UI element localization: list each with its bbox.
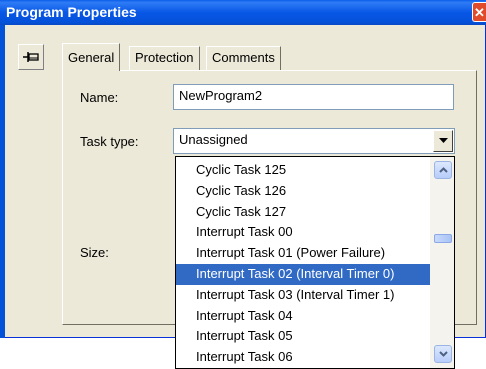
pin-button[interactable]	[18, 44, 44, 70]
scroll-up-icon	[438, 167, 448, 173]
scroll-thumb[interactable]	[434, 234, 452, 243]
size-label: Size:	[80, 245, 109, 260]
window-title: Program Properties	[6, 4, 137, 20]
tab-comments[interactable]: Comments	[206, 46, 281, 70]
close-icon: ✕	[474, 5, 485, 20]
pin-icon	[23, 52, 39, 62]
tab-general-label: General	[68, 50, 115, 65]
chevron-down-icon	[438, 138, 448, 143]
window-border	[0, 25, 5, 338]
close-button[interactable]: ✕	[472, 2, 486, 22]
dropdown-option[interactable]: Cyclic Task 126	[176, 181, 430, 202]
dropdown-option[interactable]: Interrupt Task 02 (Interval Timer 0)	[176, 263, 430, 285]
name-value: NewProgram2	[179, 88, 263, 103]
dropdown-option[interactable]: Interrupt Task 03 (Interval Timer 1)	[176, 285, 430, 306]
task-type-label: Task type:	[80, 134, 139, 149]
name-label: Name:	[80, 90, 119, 105]
dropdown-scrollbar[interactable]	[430, 157, 454, 368]
dropdown-option[interactable]: Cyclic Task 127	[176, 202, 430, 223]
task-type-select[interactable]: Unassigned	[173, 128, 455, 154]
dropdown-option[interactable]: Interrupt Task 00	[176, 222, 430, 243]
scroll-down-button[interactable]	[434, 345, 452, 363]
dropdown-option[interactable]: Interrupt Task 05	[176, 326, 430, 347]
task-type-dropdown-button[interactable]	[433, 130, 453, 152]
dropdown-option[interactable]: Cyclic Task 125	[176, 160, 430, 181]
tab-protection-label: Protection	[135, 50, 194, 65]
title-bar[interactable]: Program Properties ✕	[0, 0, 486, 25]
scroll-down-icon	[438, 351, 448, 357]
scroll-up-button[interactable]	[434, 161, 452, 179]
dropdown-option[interactable]: Interrupt Task 06	[176, 347, 430, 368]
tab-protection[interactable]: Protection	[129, 46, 200, 70]
name-field[interactable]: NewProgram2	[173, 84, 454, 110]
tab-comments-label: Comments	[212, 50, 275, 65]
dropdown-option[interactable]: Interrupt Task 01 (Power Failure)	[176, 243, 430, 264]
dropdown-options: Cyclic Task 125 Cyclic Task 126 Cyclic Tas…	[176, 160, 430, 368]
task-type-dropdown-list[interactable]: Cyclic Task 125 Cyclic Task 126 Cyclic Tas…	[175, 156, 455, 369]
dropdown-option[interactable]: Interrupt Task 04	[176, 306, 430, 327]
task-type-value: Unassigned	[179, 132, 248, 147]
tab-general[interactable]: General	[62, 43, 121, 71]
